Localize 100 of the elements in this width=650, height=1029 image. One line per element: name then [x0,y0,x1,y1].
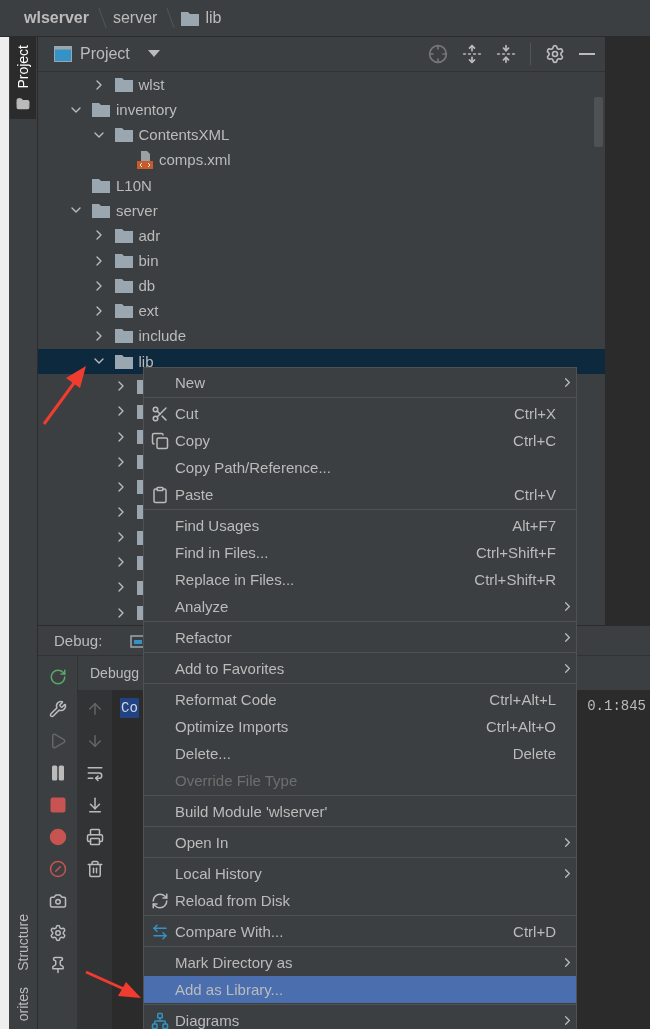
annotation-arrow [85,970,141,998]
menu-item[interactable]: Open In [144,829,576,856]
shortcut-label: Ctrl+Shift+R [474,571,557,588]
tree-item-label: comps.xml [159,151,231,169]
tree-item-label: ext [138,302,159,320]
project-side-tab[interactable]: Project [10,37,36,119]
menu-item[interactable]: Reformat Code Ctrl+Alt+L [144,686,576,713]
diagram-icon [150,1011,169,1029]
tree-item-label: adr [138,226,161,244]
folder-icon [92,202,110,218]
down-arrow-icon [86,732,104,750]
shortcut-label: Ctrl+Shift+F [475,544,557,561]
tree-item-label: ContentsXML [138,126,230,144]
folder-icon [92,102,110,118]
folder-icon [114,328,133,344]
trash-icon [86,860,104,878]
folder-icon [114,278,133,294]
menu-item[interactable]: Paste Ctrl+V [144,481,576,508]
debug-label: Debug: [54,632,103,649]
stop-icon [48,796,67,814]
expand-all-icon [462,44,482,64]
tree-item-label: server [116,201,158,219]
folder-icon [181,10,200,26]
rerun-icon [48,668,67,686]
console-text: 0.1:845 [587,698,646,714]
menu-item[interactable]: Replace in Files... Ctrl+Shift+R [144,566,576,593]
menu-item[interactable]: Build Module 'wlserver' [144,798,576,825]
menu-item[interactable]: Refactor [144,624,576,651]
scroll-to-end-icon [86,796,104,814]
tree-item-label: lib [138,352,154,370]
tree-row[interactable]: ext [38,298,605,324]
wrench-icon [48,700,67,718]
settings-icon [545,44,565,64]
tree-row[interactable]: include [38,323,605,349]
side-tab[interactable]: Structure [10,905,36,979]
settings-icon [48,924,67,942]
crosshair-icon [428,44,448,64]
reload-icon [150,891,169,910]
menu-item[interactable]: Mark Directory as [144,949,576,976]
soft-wrap-icon [86,764,104,782]
tree-row[interactable]: inventory [38,97,605,123]
copy-icon [150,431,169,450]
collapse-all-icon [496,44,516,64]
folder-icon [114,353,133,369]
mute-breakpoints-icon [48,860,67,878]
menu-item[interactable]: Local History [144,860,576,887]
shortcut-label: Ctrl+D [513,923,557,940]
tree-row[interactable]: comps.xml [38,147,605,173]
shortcut-label: Delete [512,745,557,762]
shortcut-label: Ctrl+Alt+O [485,718,557,735]
tree-row[interactable]: L10N [38,172,605,198]
tree-row[interactable]: adr [38,222,605,248]
print-icon [86,828,104,846]
shortcut-label: Ctrl+V [513,486,557,503]
tree-item-label: db [138,277,156,295]
tree-item-label: inventory [116,101,177,119]
breadcrumb-item[interactable]: lib [205,9,222,27]
tree-row[interactable]: bin [38,248,605,274]
camera-icon [48,892,67,910]
menu-item[interactable]: Analyze [144,593,576,620]
folder-icon [114,253,133,269]
breakpoints-icon [48,828,67,846]
menu-item[interactable]: Add to Favorites [144,655,576,682]
breadcrumb-item[interactable]: server [112,9,158,27]
xml-file-icon [137,151,153,169]
shortcut-label: Ctrl+Alt+L [489,691,557,708]
shortcut-label: Ctrl+C [513,432,557,449]
menu-item[interactable]: Delete... Delete [144,740,576,767]
shortcut-label: Alt+F7 [512,517,557,534]
breadcrumb-item[interactable]: wlserver [24,9,89,27]
menu-item[interactable]: Copy Ctrl+C [144,427,576,454]
window-icon [54,46,72,62]
folder-icon [16,96,30,111]
tree-row[interactable]: server [38,197,605,223]
menu-item[interactable]: Optimize Imports Ctrl+Alt+O [144,713,576,740]
panel-title[interactable]: Project [80,45,130,63]
side-tab[interactable]: orites [10,978,36,1029]
menu-item[interactable]: Copy Path/Reference... [144,454,576,481]
tree-item-label: include [138,327,187,345]
tree-row[interactable]: ContentsXML [38,122,605,148]
tree-item-label: L10N [116,176,152,194]
compare-arrows-icon [150,922,169,941]
tree-row[interactable]: db [38,273,605,299]
menu-item[interactable]: Find Usages Alt+F7 [144,512,576,539]
folder-icon [114,127,133,143]
debugger-tab[interactable]: Debugg [90,665,140,681]
menu-item[interactable]: Diagrams [144,1007,576,1029]
menu-item[interactable]: Reload from Disk [144,887,576,914]
clipboard-icon [150,485,169,504]
annotation-arrow [42,366,86,425]
menu-item[interactable]: Compare With... Ctrl+D [144,918,576,945]
folder-icon [114,227,133,243]
console-text: Co [120,698,139,718]
menu-item[interactable]: Find in Files... Ctrl+Shift+F [144,539,576,566]
tree-row[interactable]: wlst [38,72,605,98]
folder-icon [114,77,133,93]
tree-item-label: wlst [138,76,165,94]
tree-item-label: bin [138,252,159,270]
menu-item[interactable]: Cut Ctrl+X [144,400,576,427]
caret-icon[interactable] [147,50,160,58]
